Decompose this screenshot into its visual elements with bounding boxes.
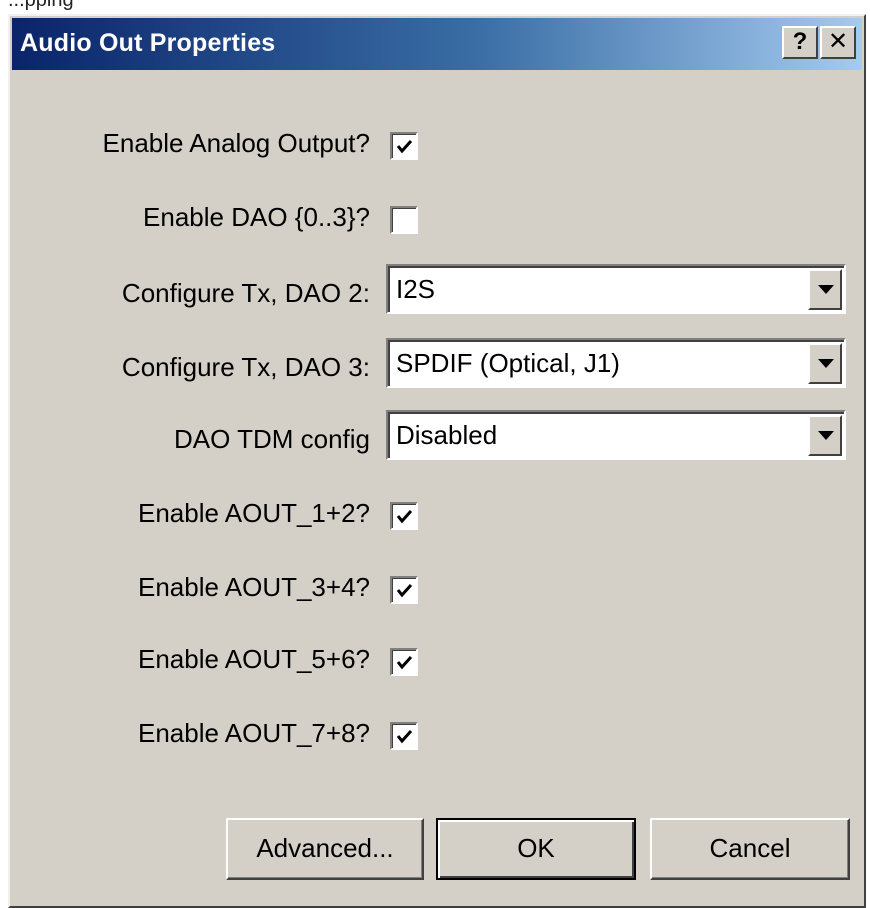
close-button[interactable]: ✕ — [820, 26, 856, 59]
configure-tx-dao2-value: I2S — [396, 274, 436, 304]
dao-tdm-config-combo[interactable]: Disabled — [386, 410, 846, 460]
checkmark-icon — [396, 729, 413, 744]
enable-analog-output-label: Enable Analog Output? — [102, 128, 370, 158]
close-icon: ✕ — [827, 28, 849, 55]
dao-tdm-config-value: Disabled — [396, 420, 498, 450]
audio-out-properties-dialog: Audio Out Properties ? ✕ Enable Analog O… — [8, 14, 866, 908]
dropdown-button[interactable] — [808, 269, 842, 310]
screen: ...pping Audio Out Properties ? ✕ Enable… — [0, 0, 870, 908]
help-button[interactable]: ? — [782, 26, 818, 59]
question-mark-icon: ? — [792, 28, 808, 55]
configure-tx-dao3-label: Configure Tx, DAO 3: — [121, 352, 370, 382]
enable-aout-3-4-label: Enable AOUT_3+4? — [138, 572, 370, 602]
enable-aout-1-2-label: Enable AOUT_1+2? — [138, 498, 370, 528]
configure-tx-dao3-value: SPDIF (Optical, J1) — [396, 348, 620, 378]
dropdown-button[interactable] — [808, 343, 842, 384]
configure-tx-dao2-label: Configure Tx, DAO 2: — [121, 278, 370, 308]
triangle-down-icon — [818, 431, 834, 440]
dialog-title: Audio Out Properties — [20, 29, 276, 57]
checkmark-icon — [396, 655, 413, 670]
enable-dao-label: Enable DAO {0..3}? — [143, 202, 370, 232]
checkmark-icon — [396, 139, 413, 154]
dropdown-button[interactable] — [808, 415, 842, 456]
title-bar[interactable]: Audio Out Properties ? ✕ — [12, 18, 862, 70]
checkmark-icon — [396, 509, 413, 524]
enable-aout-5-6-checkbox[interactable] — [390, 648, 418, 676]
enable-aout-7-8-checkbox[interactable] — [390, 722, 418, 750]
enable-aout-3-4-checkbox[interactable] — [390, 576, 418, 604]
top-cropped-text: ...pping — [8, 0, 74, 11]
enable-aout-7-8-label: Enable AOUT_7+8? — [138, 718, 370, 748]
triangle-down-icon — [818, 359, 834, 368]
advanced-button[interactable]: Advanced... — [226, 818, 424, 880]
dao-tdm-config-label: DAO TDM config — [173, 424, 370, 454]
configure-tx-dao3-combo[interactable]: SPDIF (Optical, J1) — [386, 338, 846, 388]
triangle-down-icon — [818, 285, 834, 294]
enable-dao-checkbox[interactable] — [390, 206, 418, 234]
enable-aout-1-2-checkbox[interactable] — [390, 502, 418, 530]
checkmark-icon — [396, 583, 413, 598]
enable-aout-5-6-label: Enable AOUT_5+6? — [138, 644, 370, 674]
configure-tx-dao2-combo[interactable]: I2S — [386, 264, 846, 314]
ok-button[interactable]: OK — [436, 818, 636, 880]
enable-analog-output-checkbox[interactable] — [390, 132, 418, 160]
cancel-button[interactable]: Cancel — [650, 818, 850, 880]
